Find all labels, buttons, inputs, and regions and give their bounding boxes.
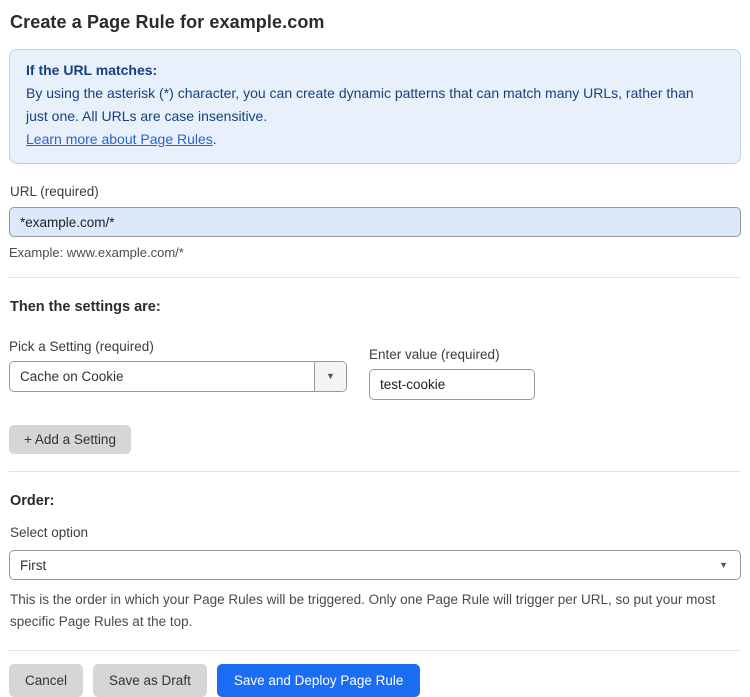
chevron-down-icon: ▼ — [326, 371, 335, 381]
enter-value-column: Enter value (required) — [369, 347, 535, 400]
order-select-label: Select option — [10, 525, 89, 540]
divider — [9, 277, 741, 278]
divider — [9, 650, 741, 651]
setting-select-arrow-segment[interactable]: ▼ — [314, 362, 346, 391]
order-help-text: This is the order in which your Page Rul… — [10, 592, 716, 629]
url-input[interactable] — [9, 207, 741, 237]
save-and-deploy-button[interactable]: Save and Deploy Page Rule — [216, 664, 421, 697]
order-select[interactable]: First ▼ — [9, 550, 741, 580]
enter-value-label: Enter value (required) — [369, 347, 500, 362]
cancel-button[interactable]: Cancel — [9, 664, 84, 697]
setting-select-value: Cache on Cookie — [20, 369, 124, 384]
settings-section-heading: Then the settings are: — [10, 299, 161, 315]
chevron-down-icon: ▼ — [719, 559, 728, 570]
banner-link-suffix: . — [212, 131, 217, 147]
learn-more-link[interactable]: Learn more about Page Rules — [26, 131, 213, 147]
footer-actions: Cancel Save as Draft Save and Deploy Pag… — [9, 664, 741, 697]
save-as-draft-button[interactable]: Save as Draft — [93, 664, 207, 697]
pick-setting-column: Pick a Setting (required) Cache on Cooki… — [9, 339, 347, 400]
divider — [9, 471, 741, 472]
url-example-text: Example: www.example.com/* — [9, 245, 184, 260]
order-select-value: First — [20, 557, 47, 573]
url-field-label: URL (required) — [10, 184, 99, 199]
create-page-rule-form: Create a Page Rule for example.com If th… — [0, 0, 750, 697]
pick-setting-label: Pick a Setting (required) — [9, 339, 154, 354]
add-setting-button[interactable]: + Add a Setting — [9, 425, 131, 454]
banner-heading: If the URL matches: — [26, 62, 158, 78]
order-section-heading: Order: — [10, 493, 55, 509]
banner-body: By using the asterisk (*) character, you… — [26, 85, 694, 124]
setting-row: Pick a Setting (required) Cache on Cooki… — [9, 339, 741, 400]
banner-link-line: Learn more about Page Rules. — [26, 128, 724, 151]
url-match-info-banner: If the URL matches: By using the asteris… — [9, 49, 741, 164]
setting-value-input[interactable] — [369, 369, 535, 400]
setting-select[interactable]: Cache on Cookie ▼ — [9, 361, 347, 392]
page-title: Create a Page Rule for example.com — [10, 12, 325, 32]
